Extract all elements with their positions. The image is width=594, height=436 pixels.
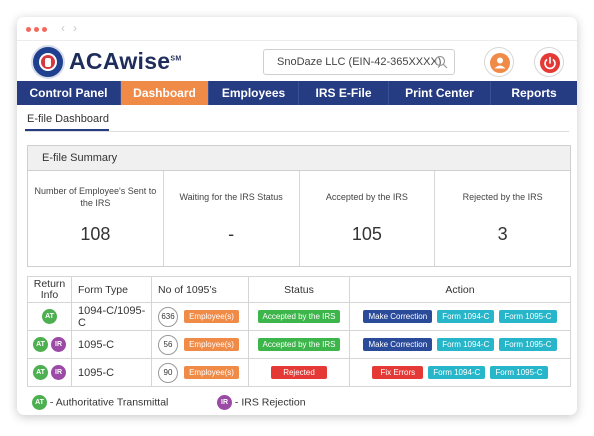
legend-ir: IR - IRS Rejection [217,395,306,410]
app-header: ACAwiseSM SnoDaze LLC (EIN-42-365XXXX) [17,41,577,81]
card-label: Number of Employee's Sent to the IRS [34,186,157,208]
logout-button[interactable] [534,47,564,77]
header-form-type: Form Type [71,276,152,303]
status-badge: Accepted by the IRS [257,310,341,323]
table-row: AT 1094-C/1095-C 636 Employee(s) Accepte… [27,302,571,331]
nav-dashboard[interactable]: Dashboard [121,81,209,105]
back-chevron-icon[interactable]: ‹ [61,21,65,35]
form-count: 90 [158,362,178,383]
action-cell: Fix Errors Form 1094-C Form 1095-C [349,358,571,387]
table-header-row: Return Info Form Type No of 1095’s Statu… [27,276,571,303]
summary-card-waiting: Waiting for the IRS Status - [164,171,300,266]
at-badge: AT [32,395,47,410]
summary-card-rejected: Rejected by the IRS 3 [435,171,570,266]
efile-summary-panel: E-file Summary Number of Employee's Sent… [27,145,571,267]
status-badge: Rejected [271,366,327,379]
divider [25,131,569,132]
legend-at-text: - Authoritative Transmittal [49,396,169,409]
form-type-cell: 1094-C/1095-C [71,302,152,331]
summary-card-sent: Number of Employee's Sent to the IRS 108 [28,171,164,266]
form-type-cell: 1095-C [71,330,152,359]
card-value: 108 [80,224,111,244]
card-value: 3 [497,224,508,244]
summary-card-accepted: Accepted by the IRS 105 [300,171,436,266]
employees-button[interactable]: Employee(s) [184,338,239,351]
form-1094c-button[interactable]: Form 1094-C [437,338,495,351]
efile-table: Return Info Form Type No of 1095’s Statu… [27,276,571,387]
ir-badge: IR [217,395,232,410]
nav-irs-efile[interactable]: IRS E-File [299,81,389,105]
user-icon [490,53,510,73]
header-no-1095: No of 1095’s [151,276,249,303]
ir-badge[interactable]: IR [51,365,67,380]
card-label: Accepted by the IRS [325,192,408,202]
window-dot-icon[interactable] [26,27,31,32]
count-cell: 56 Employee(s) [151,330,249,359]
power-icon [540,53,560,73]
fix-errors-button[interactable]: Fix Errors [372,366,424,379]
count-cell: 90 Employee(s) [151,358,249,387]
at-badge[interactable]: AT [42,309,57,324]
nav-reports[interactable]: Reports [491,81,577,105]
legend-ir-text: - IRS Rejection [234,396,306,409]
nav-employees[interactable]: Employees [209,81,299,105]
action-cell: Make Correction Form 1094-C Form 1095-C [349,330,571,359]
form-1094c-button[interactable]: Form 1094-C [437,310,495,323]
card-label: Waiting for the IRS Status [179,192,283,202]
nav-control-panel[interactable]: Control Panel [17,81,121,105]
main-nav: Control Panel Dashboard Employees IRS E-… [17,81,577,105]
card-value: - [228,224,235,244]
window-dot-icon[interactable] [42,27,47,32]
header-status: Status [248,276,350,303]
return-info-cell: AT IR [27,330,72,359]
at-badge[interactable]: AT [32,365,48,380]
return-info-cell: AT [27,302,72,331]
status-cell: Accepted by the IRS [248,330,350,359]
employees-button[interactable]: Employee(s) [184,310,239,323]
form-1094c-button[interactable]: Form 1094-C [428,366,486,379]
form-1095c-button[interactable]: Form 1095-C [499,338,557,351]
user-profile-button[interactable] [484,47,514,77]
app-window: ‹ › ACAwiseSM SnoDaze LLC (EIN-42-365XXX… [17,17,577,415]
header-action: Action [349,276,571,303]
card-label: Rejected by the IRS [462,192,543,202]
form-type-cell: 1095-C [71,358,152,387]
summary-title: E-file Summary [28,146,570,171]
at-badge[interactable]: AT [32,337,48,352]
status-cell: Rejected [248,358,350,387]
count-cell: 636 Employee(s) [151,302,249,331]
table-row: AT IR 1095-C 56 Employee(s) Accepted by … [27,330,571,359]
status-badge: Accepted by the IRS [257,338,341,351]
form-count: 636 [158,306,178,327]
employees-button[interactable]: Employee(s) [184,366,239,379]
window-dot-icon[interactable] [34,27,39,32]
action-cell: Make Correction Form 1094-C Form 1095-C [349,302,571,331]
company-name: SnoDaze LLC (EIN-42-365XXXX) [277,56,442,68]
make-correction-button[interactable]: Make Correction [363,338,433,351]
service-mark: SM [170,55,182,63]
form-1095c-button[interactable]: Form 1095-C [499,310,557,323]
forward-chevron-icon[interactable]: › [73,21,77,35]
window-titlebar: ‹ › [17,17,577,41]
table-row: AT IR 1095-C 90 Employee(s) Rejected Fix… [27,358,571,387]
form-1095c-button[interactable]: Form 1095-C [490,366,548,379]
header-return-info: Return Info [27,276,72,303]
card-value: 105 [351,224,382,244]
tab-efile-dashboard[interactable]: E-file Dashboard [27,113,109,125]
form-count: 56 [158,334,178,355]
legend-at: AT - Authoritative Transmittal [32,395,168,410]
brand-name: ACAwiseSM [69,48,182,74]
company-selector[interactable]: SnoDaze LLC (EIN-42-365XXXX) [263,49,455,75]
ir-badge[interactable]: IR [51,337,67,352]
make-correction-button[interactable]: Make Correction [363,310,433,323]
search-icon[interactable] [434,55,448,69]
status-cell: Accepted by the IRS [248,302,350,331]
acawise-logo-icon [31,45,65,79]
return-info-cell: AT IR [27,358,72,387]
nav-print-center[interactable]: Print Center [389,81,491,105]
